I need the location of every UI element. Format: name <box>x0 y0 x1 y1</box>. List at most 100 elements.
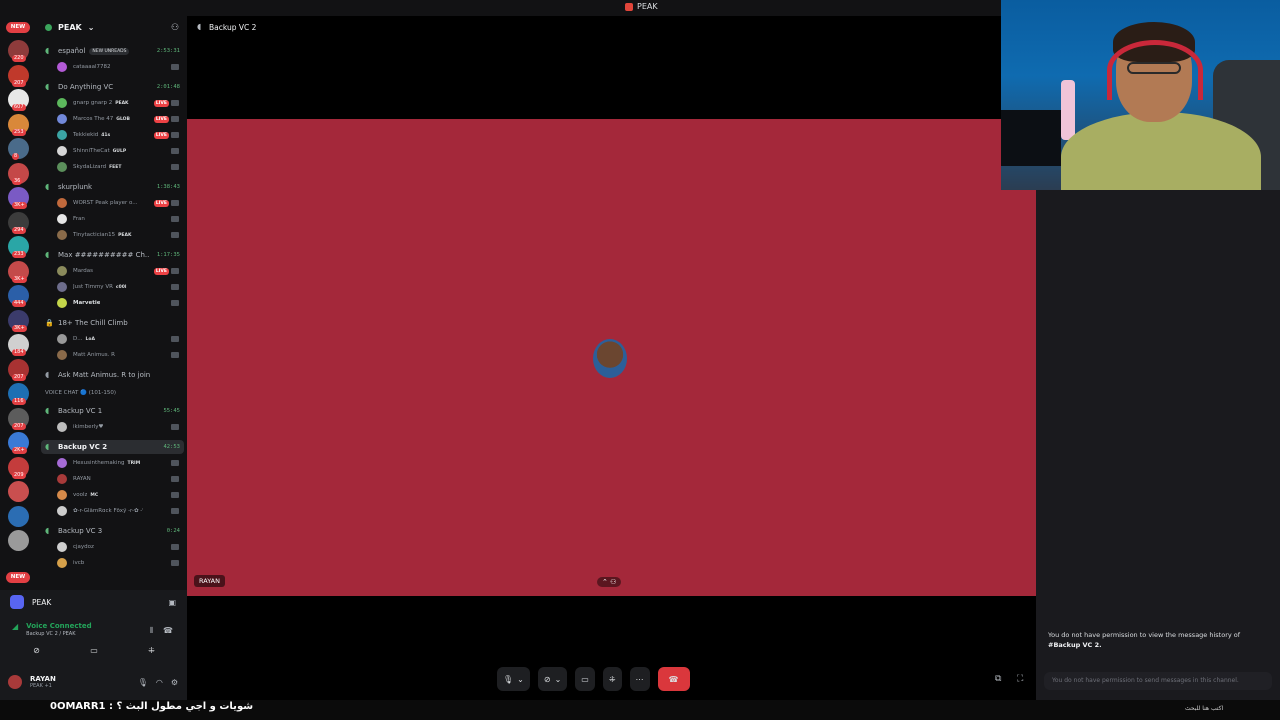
mention-badge: 444 <box>12 300 26 307</box>
voice-member[interactable]: ikimberly♥ <box>57 420 183 434</box>
taskbar-search[interactable]: اكتب هنا للبحث <box>1185 705 1223 712</box>
video-icon <box>171 336 179 342</box>
voice-channel[interactable]: ◖ español NEW UNREADS 2:53:31 <box>41 44 184 58</box>
new-unreads-pill[interactable]: NEW UNREADS <box>89 47 130 55</box>
avatar <box>57 490 67 500</box>
voice-channel[interactable]: 🔒 18+ The Chill Climb <box>41 316 184 330</box>
activities-icon[interactable]: ⁜ <box>148 646 155 660</box>
live-badge[interactable]: LIVE <box>153 99 169 107</box>
guild-row[interactable]: PEAK ▣ <box>6 594 182 610</box>
voice-status: ◢ Voice Connected Backup VC 2 / PEAK <box>12 622 92 637</box>
mention-badge: 184 <box>12 349 26 356</box>
voice-member[interactable]: WORST Peak player o... LIVE <box>57 196 183 210</box>
chevron-down-icon[interactable]: ⌄ <box>555 675 562 684</box>
video-icon <box>171 268 179 274</box>
server-tag: c00l <box>115 284 127 290</box>
avatar <box>57 62 67 72</box>
server-icon[interactable] <box>8 505 29 527</box>
server-header[interactable]: PEAK ⌄ ⚇ <box>37 16 187 40</box>
voice-member[interactable]: Just Timmy VR c00l <box>57 280 183 294</box>
taskbar: شويات و اجي مطول البث ؟ : 0OMARR1 اكتب ه… <box>0 700 1280 720</box>
voice-channel-sub[interactable]: Backup VC 2 / PEAK <box>26 631 92 637</box>
disconnect-icon[interactable]: ☎ <box>163 626 173 636</box>
live-badge[interactable]: LIVE <box>153 115 169 123</box>
voice-member[interactable]: ✿-r-GlämRɑck Fōxÿ -r-✿ -%- vicky <box>57 504 183 518</box>
voice-channel[interactable]: ◖ Do Anything VC 2:01:48 <box>41 80 184 94</box>
voice-member[interactable]: ShinniTheCat GULP <box>57 144 183 158</box>
chevron-down-icon[interactable]: ⌄ <box>517 675 524 684</box>
voice-channel-name: Max ########## Ch... <box>58 251 150 259</box>
voice-duration: 42:53 <box>163 444 180 450</box>
end-call-button[interactable]: ☎ <box>657 667 690 691</box>
screen-share-button[interactable]: ▭ <box>575 667 595 691</box>
pin-icon[interactable]: ▣ <box>168 598 176 607</box>
activities-button[interactable]: ⁜ <box>602 667 622 691</box>
voice-member[interactable]: Marvetie <box>57 296 183 310</box>
member-name: ✿-r-GlämRɑck Fōxÿ -r-✿ -%- vicky <box>73 508 143 514</box>
expand-participants-button[interactable]: ⌃ ⚇ <box>597 577 622 587</box>
voice-member[interactable]: Hexusinthemaking TRIM <box>57 456 183 470</box>
noise-suppression-icon[interactable]: ⫴ <box>150 626 153 636</box>
member-name: WORST Peak player o... <box>73 200 138 206</box>
add-member-icon[interactable]: ⚇ <box>171 23 181 33</box>
live-badge[interactable]: LIVE <box>153 199 169 207</box>
voice-member[interactable]: Marcos The 47 GLOB LIVE <box>57 112 183 126</box>
message-input[interactable]: You do not have permission to send messa… <box>1044 672 1272 690</box>
avatar <box>57 198 67 208</box>
camera-button[interactable]: ⊘ ⌄ <box>537 667 568 691</box>
microphone-icon[interactable]: 🎙 <box>138 678 148 687</box>
new-servers-badge[interactable]: NEW <box>6 572 30 583</box>
speaker-icon: ◖ <box>45 526 50 535</box>
voice-duration: 55:45 <box>163 408 180 414</box>
avatar <box>57 230 67 240</box>
headphones-icon[interactable]: ◠ <box>156 678 163 687</box>
voice-member[interactable]: gnarp gnarp 2 PEAK LIVE <box>57 96 183 110</box>
server-icon[interactable] <box>8 530 29 551</box>
lock-icon: 🔒 <box>45 319 54 327</box>
voice-member[interactable]: cjaydoz <box>57 540 183 554</box>
voice-member[interactable]: Tekkiekid 41s LIVE <box>57 128 183 142</box>
member-name: Marvetie <box>73 300 101 306</box>
avatar <box>57 162 67 172</box>
voice-channel[interactable]: ◖ Backup VC 3 0:24 <box>41 524 184 538</box>
voice-member[interactable]: RAYAN <box>57 472 183 486</box>
voice-member[interactable]: Mardas LIVE <box>57 264 183 278</box>
server-icon[interactable] <box>8 481 29 502</box>
voice-channel[interactable]: ◖ Max ########## Ch... 1:17:35 <box>41 248 184 262</box>
voice-channel[interactable]: ◖ Backup VC 2 42:53 <box>41 440 184 454</box>
voice-member[interactable]: Fran <box>57 212 183 226</box>
participant-video-tile[interactable]: RAYAN ⌃ ⚇ <box>187 119 1036 596</box>
fullscreen-icon[interactable]: ⛶ <box>1017 674 1023 684</box>
server-name: PEAK <box>58 23 82 32</box>
voice-channel[interactable]: ◖ skurplunk 1:38:43 <box>41 180 184 194</box>
voice-member[interactable]: D... LoA <box>57 332 183 346</box>
new-servers-badge[interactable]: NEW <box>6 22 30 33</box>
live-badge[interactable]: LIVE <box>153 131 169 139</box>
pop-out-icon[interactable]: ⧉ <box>995 674 1001 684</box>
screen-share-icon[interactable]: ▭ <box>90 646 98 660</box>
voice-member[interactable]: voolz MC <box>57 488 183 502</box>
voice-member[interactable]: SkydaLizard FEET <box>57 160 183 174</box>
voice-member[interactable]: Tinytactician15 PEAK <box>57 228 183 242</box>
live-badge[interactable]: LIVE <box>153 267 169 275</box>
settings-gear-icon[interactable]: ⚙ <box>171 678 178 687</box>
voice-channel[interactable]: ◖ Ask Matt Animus. R to join <box>41 368 184 382</box>
voice-member[interactable]: ivcb <box>57 556 183 570</box>
self-status: PEAK +1 <box>30 683 52 689</box>
mute-button[interactable]: 🎙 ⌄ <box>497 667 530 691</box>
voice-connected-label: Voice Connected <box>26 622 92 630</box>
category-header[interactable]: VOICE CHAT 🔵 (101-150) <box>45 390 116 396</box>
voice-member[interactable]: cataaaal7782 <box>57 60 183 74</box>
member-name: voolz <box>73 492 88 498</box>
video-icon <box>171 476 179 482</box>
voice-channel[interactable]: ◖ Backup VC 1 55:45 <box>41 404 184 418</box>
member-name: cjaydoz <box>73 544 94 550</box>
voice-member[interactable]: Matt Animus. R <box>57 348 183 362</box>
more-options-button[interactable]: ⋯ <box>629 667 650 691</box>
avatar[interactable] <box>8 675 22 689</box>
mention-badge: 220 <box>12 55 26 62</box>
member-name: ivcb <box>73 560 85 566</box>
speaker-icon: ◖ <box>197 22 202 31</box>
video-icon <box>171 300 179 306</box>
camera-off-icon[interactable]: ⊘ <box>33 646 40 660</box>
